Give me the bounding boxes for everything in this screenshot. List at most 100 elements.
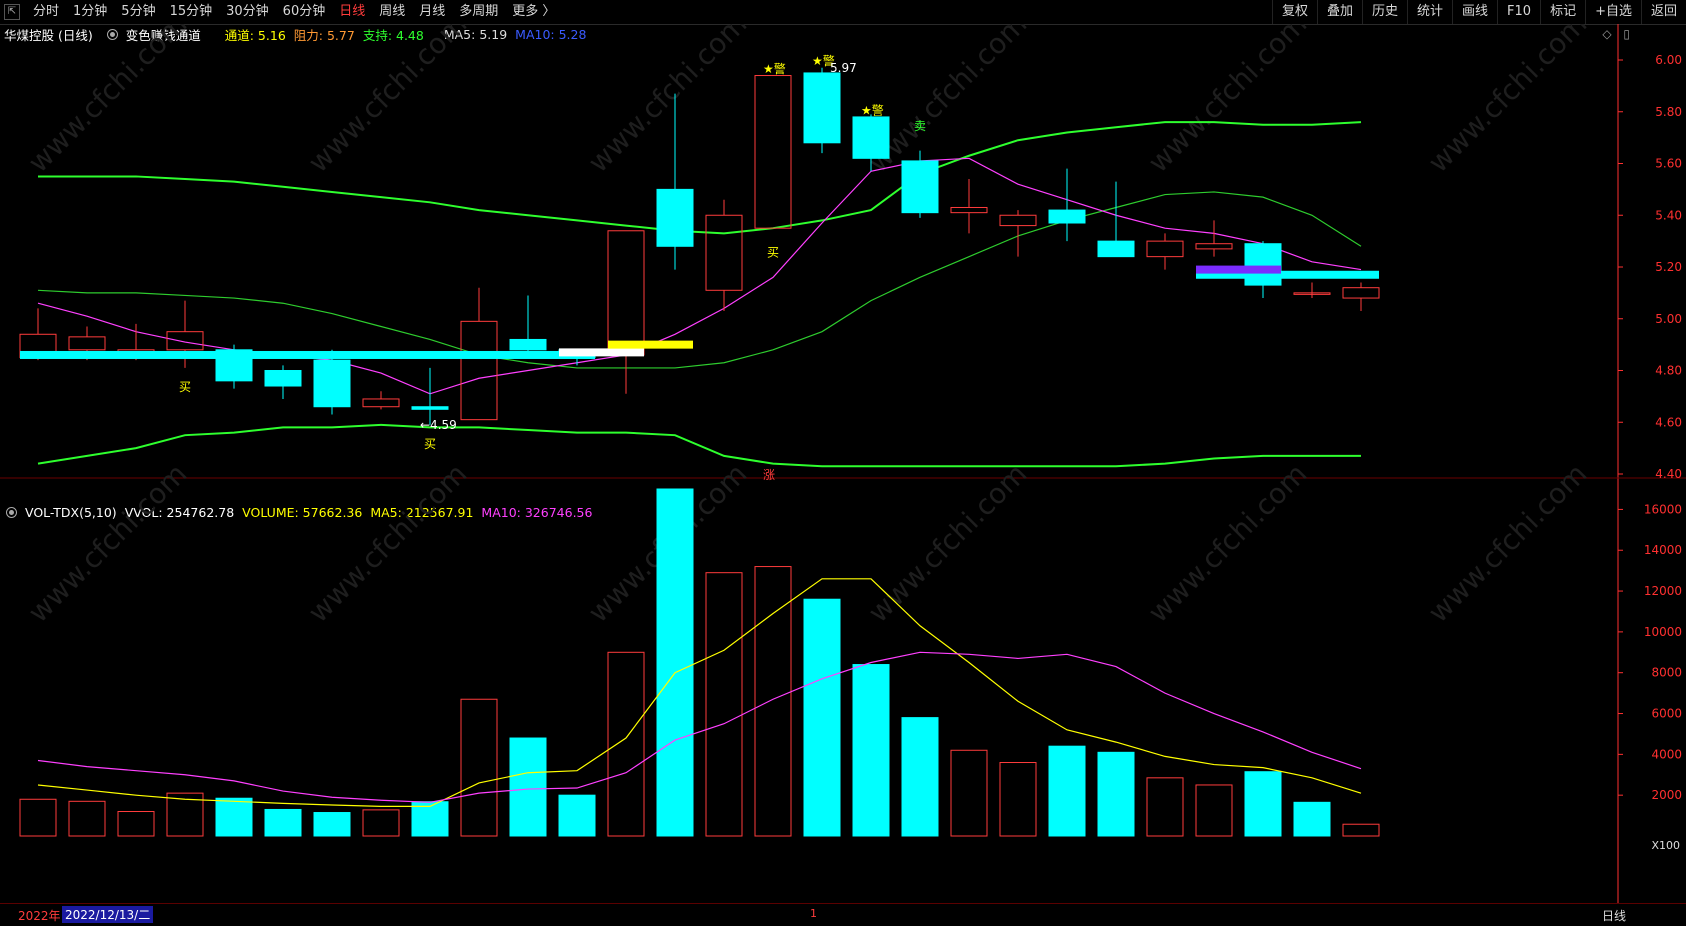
volume-bar-up: [19, 798, 57, 837]
volume-bar-up: [1195, 784, 1233, 837]
channel-mid-line: [37, 191, 1362, 369]
period-tab-1[interactable]: 1分钟: [66, 0, 114, 24]
volume-bar-up: [705, 572, 743, 837]
volume-bar-down: [264, 808, 302, 837]
restore-window-icon[interactable]: ⇱: [4, 4, 20, 20]
volume-bar-up: [362, 809, 400, 837]
candle-up: [999, 214, 1037, 227]
watermark-text: www.cfchi.com: [22, 24, 194, 179]
period-tab-7[interactable]: 周线: [372, 0, 412, 24]
watermark-text: www.cfchi.com: [22, 457, 194, 629]
candle-up: [362, 398, 400, 408]
channel-band: [1196, 265, 1281, 274]
watermark-text: www.cfchi.com: [1422, 24, 1594, 179]
chart-annotation: 买: [424, 437, 436, 451]
toolbar-button-7[interactable]: +自选: [1585, 0, 1641, 24]
watermark-text: www.cfchi.com: [1142, 24, 1314, 179]
watermark-text: www.cfchi.com: [862, 457, 1034, 629]
toolbar-button-3[interactable]: 统计: [1407, 0, 1452, 24]
period-tab-8[interactable]: 月线: [412, 0, 452, 24]
candle-down: [852, 116, 890, 159]
chart-annotation: 涨: [763, 467, 775, 482]
period-tab-0[interactable]: 分时: [26, 0, 66, 24]
toolbar-button-1[interactable]: 叠加: [1316, 0, 1362, 24]
toolbar-button-4[interactable]: 画线: [1452, 0, 1497, 24]
channel-band: [608, 340, 693, 349]
period-tab-9[interactable]: 多周期: [452, 0, 505, 24]
candle-up: [705, 214, 743, 291]
volume-tick-label: 14000: [1644, 543, 1682, 557]
volume-bar-down: [558, 794, 596, 837]
volume-tick-label: 4000: [1651, 747, 1682, 761]
chart-annotation: 卖: [914, 119, 926, 133]
candle-down: [1048, 209, 1086, 224]
watermark-text: www.cfchi.com: [1422, 457, 1594, 629]
channel-band: [559, 348, 644, 357]
candle-down: [411, 406, 449, 410]
volume-bar-down: [313, 812, 351, 837]
period-tab-5[interactable]: 60分钟: [276, 0, 333, 24]
price-tick-label: 4.60: [1655, 415, 1682, 429]
toolbar-button-2[interactable]: 历史: [1361, 0, 1407, 24]
volume-bar-down: [656, 488, 694, 837]
channel-band: [20, 350, 595, 359]
period-tab-3[interactable]: 15分钟: [163, 0, 220, 24]
volume-tick-label: 12000: [1644, 584, 1682, 598]
year-label: 2022年: [18, 909, 61, 923]
price-tick-label: 4.80: [1655, 364, 1682, 378]
volume-tick-label: 8000: [1651, 666, 1682, 680]
period-toolbar: ⇱ 分时 1分钟 5分钟 15分钟 30分钟 60分钟 日线 周线 月线 多周期 更多 〉 复权 叠加…: [0, 0, 1686, 25]
channel-lower-line: [37, 423, 1361, 468]
candle-down: [313, 359, 351, 408]
candle-up: [166, 331, 204, 351]
price-tick-label: 5.20: [1655, 260, 1682, 274]
chart-annotation: 5.97: [830, 61, 857, 75]
volume-bar-down: [215, 797, 253, 837]
volume-tick-label: 2000: [1651, 788, 1682, 802]
candle-up: [754, 75, 792, 229]
volume-bar-down: [803, 598, 841, 837]
candle-up: [1195, 243, 1233, 250]
price-tick-label: 5.00: [1655, 312, 1682, 326]
candle-down: [803, 72, 841, 144]
volume-bar-up: [117, 811, 155, 837]
volume-bar-down: [1048, 745, 1086, 837]
period-tab-4[interactable]: 30分钟: [219, 0, 276, 24]
toolbar-button-6[interactable]: 标记: [1540, 0, 1585, 24]
candle-up: [950, 206, 988, 214]
current-date-label: 2022/12/13/二: [62, 906, 154, 923]
kline-chart[interactable]: 6.00 5.80 5.60 5.40 5.20 5.00 4.80 4.60 4.40 1600…: [0, 24, 1686, 904]
volume-bar-down: [1293, 801, 1331, 837]
price-tick-label: 5.40: [1655, 208, 1682, 222]
volume-bar-down: [901, 717, 939, 837]
volume-bar-up: [68, 800, 106, 837]
date-axis-bar: 2022年 2022/12/13/二 1 日线: [0, 903, 1686, 926]
volume-bar-up: [607, 651, 645, 837]
chart-annotation: ★警: [763, 61, 786, 76]
volume-bar-down: [1097, 751, 1135, 837]
candle-down: [1097, 240, 1135, 258]
volume-bar-up: [460, 698, 498, 837]
price-tick-label: 5.80: [1655, 105, 1682, 119]
volume-bar-down: [509, 737, 547, 837]
toolbar-button-0[interactable]: 复权: [1271, 0, 1317, 24]
watermark-text: www.cfchi.com: [582, 24, 754, 179]
toolbar-button-5[interactable]: F10: [1497, 0, 1540, 24]
volume-ma10-line: [37, 651, 1362, 803]
period-tab-2[interactable]: 5分钟: [114, 0, 162, 24]
volume-unit-label: X100: [1651, 839, 1680, 852]
period-label[interactable]: 日线: [1602, 907, 1626, 924]
period-tab-6[interactable]: 日线: [332, 0, 372, 24]
candle-down: [656, 188, 694, 247]
price-tick-label: 6.00: [1655, 53, 1682, 67]
volume-bar-up: [950, 749, 988, 837]
period-tab-10[interactable]: 更多 〉: [505, 0, 562, 24]
watermark-text: www.cfchi.com: [1142, 457, 1314, 629]
chart-annotation: 买: [179, 380, 191, 394]
volume-bar-up: [1146, 777, 1184, 837]
price-tick-label: 5.60: [1655, 157, 1682, 171]
watermark-text: www.cfchi.com: [302, 24, 474, 179]
date-marker: 1: [810, 907, 817, 920]
candle-up: [68, 336, 106, 351]
toolbar-button-8[interactable]: 返回: [1640, 0, 1686, 24]
